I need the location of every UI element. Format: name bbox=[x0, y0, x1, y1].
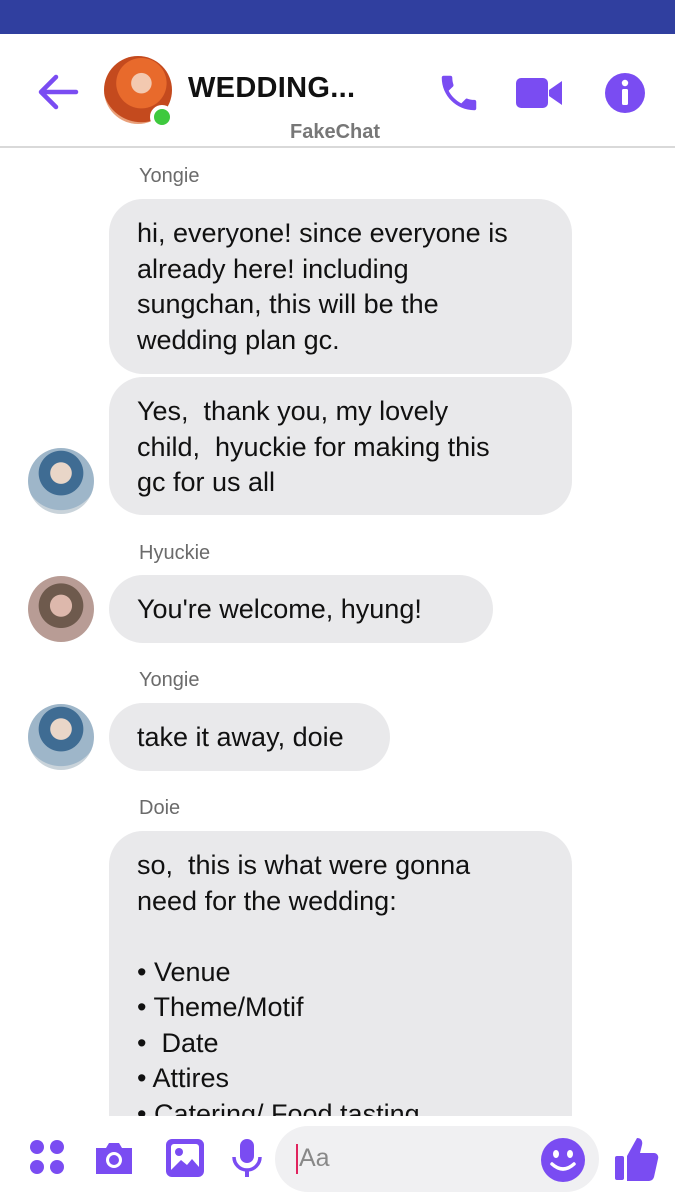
chat-subtitle: FakeChat bbox=[290, 121, 381, 143]
emoji-button[interactable] bbox=[539, 1136, 587, 1184]
menu-dots-icon bbox=[30, 1140, 64, 1174]
status-bar bbox=[0, 0, 675, 34]
message-bubble[interactable]: Yes, thank you, my lovely child, hyuckie… bbox=[109, 377, 572, 515]
message-list[interactable]: Yongie hi, everyone! since everyone is a… bbox=[0, 150, 675, 1116]
camera-button[interactable] bbox=[92, 1136, 136, 1180]
video-camera-icon bbox=[516, 78, 562, 108]
sender-name: Yongie bbox=[139, 669, 200, 691]
message-bubble[interactable]: You're welcome, hyung! bbox=[109, 575, 493, 643]
sender-name: Yongie bbox=[139, 165, 200, 187]
like-button[interactable] bbox=[612, 1134, 662, 1184]
gallery-button[interactable] bbox=[163, 1136, 207, 1180]
message-input-placeholder: Aa bbox=[299, 1144, 330, 1172]
camera-icon bbox=[96, 1143, 132, 1174]
back-button[interactable] bbox=[36, 70, 80, 114]
avatar[interactable] bbox=[28, 704, 94, 770]
chat-header: WEDDING... FakeChat bbox=[0, 34, 675, 148]
message-input[interactable]: Aa bbox=[275, 1126, 599, 1192]
chat-title[interactable]: WEDDING... bbox=[188, 72, 355, 105]
text-cursor bbox=[296, 1144, 298, 1174]
message-bubble[interactable]: so, this is what were gonna need for the… bbox=[109, 831, 572, 1116]
info-button[interactable] bbox=[602, 70, 648, 116]
call-button[interactable] bbox=[436, 70, 482, 116]
sender-name: Doie bbox=[139, 797, 181, 819]
avatar[interactable] bbox=[28, 448, 94, 514]
thumbs-up-icon bbox=[615, 1138, 659, 1181]
back-arrow-icon bbox=[38, 74, 79, 110]
emoji-icon bbox=[541, 1138, 585, 1182]
message-bubble[interactable]: take it away, doie bbox=[109, 703, 390, 771]
message-bubble[interactable]: hi, everyone! since everyone is already … bbox=[109, 199, 572, 374]
video-call-button[interactable] bbox=[514, 70, 562, 116]
message-composer: Aa bbox=[0, 1116, 675, 1200]
microphone-icon bbox=[232, 1139, 262, 1177]
gallery-icon bbox=[166, 1139, 204, 1177]
more-actions-button[interactable] bbox=[26, 1136, 70, 1180]
info-icon bbox=[605, 73, 645, 113]
voice-message-button[interactable] bbox=[225, 1136, 269, 1180]
online-indicator bbox=[150, 105, 174, 129]
avatar[interactable] bbox=[28, 576, 94, 642]
sender-name: Hyuckie bbox=[139, 542, 211, 564]
phone-icon bbox=[441, 75, 477, 111]
